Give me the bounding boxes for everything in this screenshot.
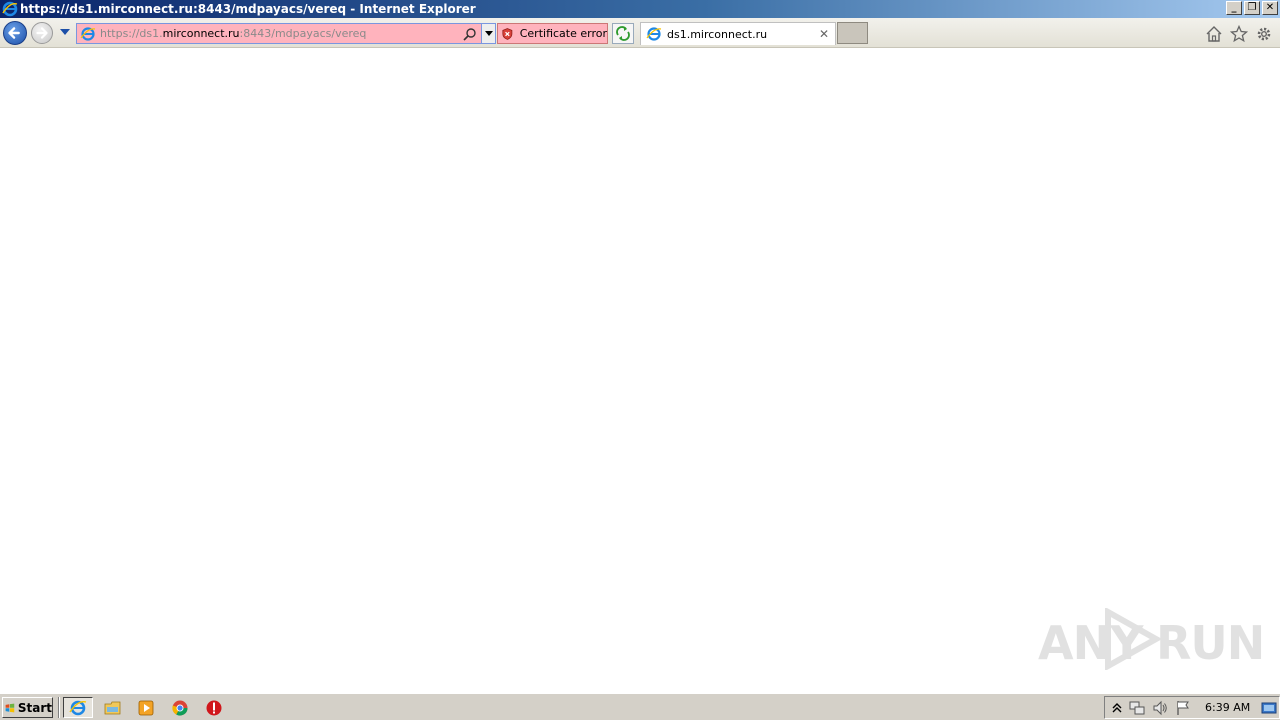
chrome-icon: [172, 700, 188, 716]
stop-sign-icon: [206, 700, 222, 715]
play-logo-icon: [1105, 608, 1162, 670]
new-tab-button[interactable]: [837, 22, 868, 44]
refresh-icon: [616, 26, 630, 41]
taskbar-internet-explorer[interactable]: [63, 697, 93, 718]
address-url-host: mirconnect.ru: [162, 27, 240, 40]
taskbar: Start 6:39 AM: [0, 693, 1280, 720]
system-tray: 6:39 AM: [1104, 696, 1280, 719]
file-explorer-icon: [104, 701, 121, 714]
network-icon[interactable]: [1129, 700, 1145, 716]
volume-icon[interactable]: [1152, 700, 1168, 716]
start-button[interactable]: Start: [2, 697, 53, 718]
home-icon[interactable]: [1205, 25, 1223, 43]
taskbar-stop-app[interactable]: [199, 697, 229, 718]
watermark-text-right: RUN: [1156, 616, 1265, 670]
certificate-error-label: Certificate error: [519, 27, 607, 40]
forward-button[interactable]: [31, 22, 53, 44]
tab-close-icon[interactable]: ✕: [817, 27, 831, 41]
tab-current[interactable]: ds1.mirconnect.ru ✕: [640, 22, 836, 45]
taskbar-file-explorer[interactable]: [98, 697, 128, 718]
close-button[interactable]: ✕: [1262, 1, 1278, 15]
recent-pages-dropdown-icon[interactable]: [59, 27, 71, 37]
favorites-star-icon[interactable]: [1230, 25, 1248, 43]
start-label: Start: [17, 700, 52, 715]
windows-logo-icon: [5, 703, 15, 712]
tools-gear-icon[interactable]: [1255, 25, 1273, 43]
media-player-icon: [138, 700, 154, 715]
back-arrow-icon: [8, 27, 20, 39]
address-dropdown-button[interactable]: [481, 24, 495, 43]
back-button[interactable]: [3, 21, 27, 45]
certificate-error-button[interactable]: Certificate error: [497, 23, 608, 44]
internet-explorer-icon: [2, 1, 18, 17]
taskbar-chrome[interactable]: [165, 697, 195, 718]
tab-label: ds1.mirconnect.ru: [667, 27, 768, 41]
error-shield-icon: [502, 27, 513, 40]
show-desktop-icon[interactable]: [1261, 700, 1277, 716]
taskbar-media-player[interactable]: [131, 697, 161, 718]
action-center-flag-icon[interactable]: [1175, 700, 1191, 716]
anyrun-watermark: ANY RUN: [1038, 606, 1265, 672]
forward-arrow-icon: [36, 27, 48, 39]
search-icon[interactable]: [463, 27, 477, 41]
restore-button[interactable]: ❐: [1244, 1, 1260, 15]
page-favicon-icon: [80, 26, 96, 41]
clock[interactable]: 6:39 AM: [1205, 701, 1250, 714]
internet-explorer-icon: [69, 700, 87, 715]
tab-favicon-icon: [646, 27, 662, 41]
minimize-button[interactable]: _: [1226, 1, 1242, 15]
address-url[interactable]: https://ds1.mirconnect.ru:8443/mdpayacs/…: [100, 27, 463, 40]
window-title: https://ds1.mirconnect.ru:8443/mdpayacs/…: [20, 2, 476, 16]
show-hidden-icons-icon[interactable]: [1109, 700, 1125, 716]
refresh-button[interactable]: [612, 23, 634, 44]
window-titlebar: https://ds1.mirconnect.ru:8443/mdpayacs/…: [0, 0, 1280, 18]
chevron-down-icon: [484, 30, 493, 36]
address-bar[interactable]: https://ds1.mirconnect.ru:8443/mdpayacs/…: [76, 23, 496, 44]
